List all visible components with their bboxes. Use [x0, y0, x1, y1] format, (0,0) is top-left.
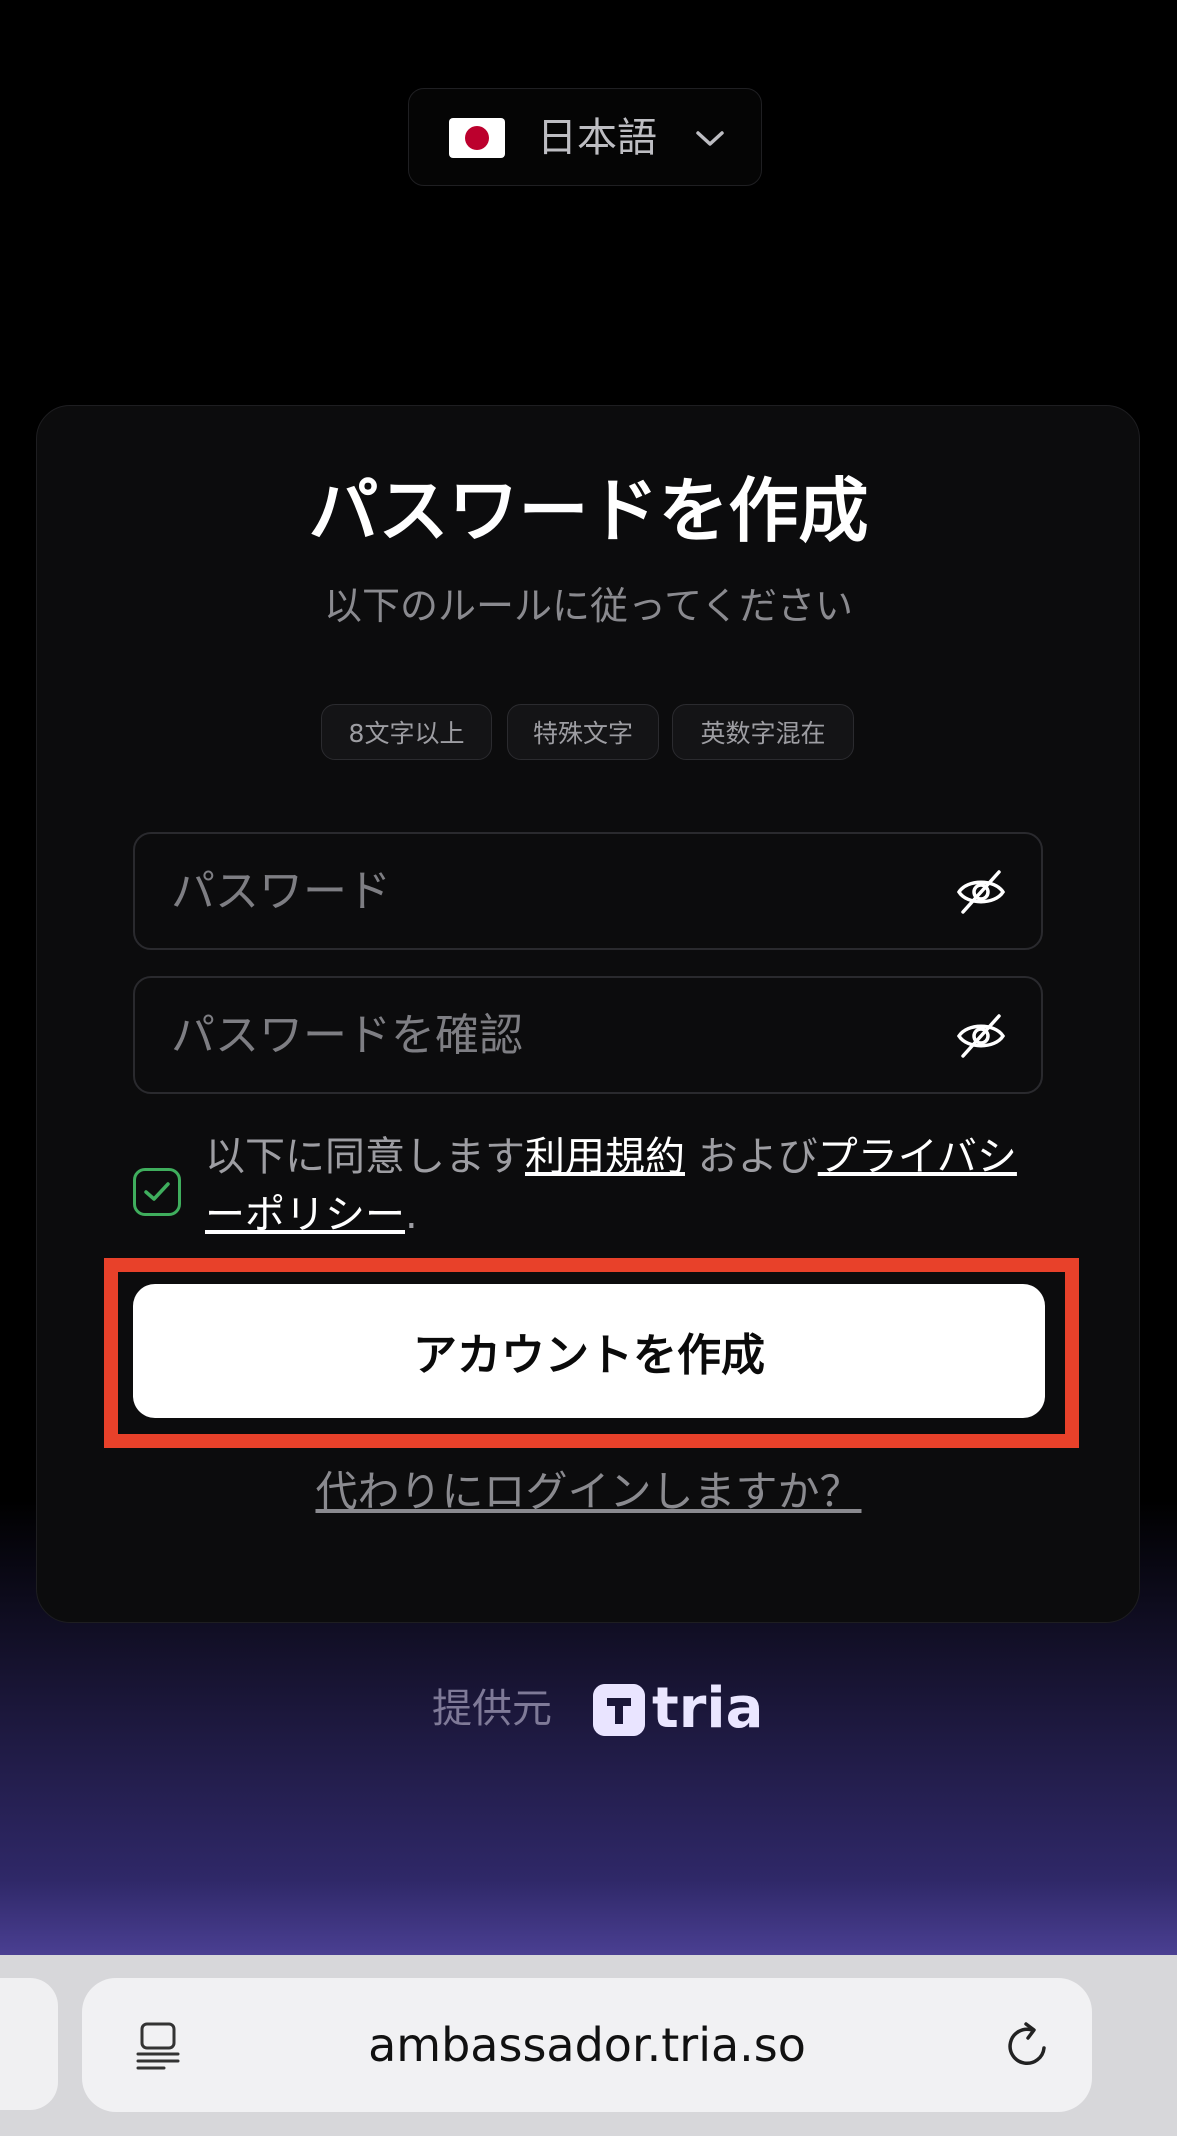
language-label: 日本語: [537, 115, 657, 161]
password-rules: 8文字以上 特殊文字 英数字混在: [0, 704, 1177, 760]
password-input[interactable]: [171, 834, 951, 948]
rule-chip-special: 特殊文字: [507, 704, 659, 760]
eye-off-icon[interactable]: [955, 1012, 1007, 1060]
check-icon: [144, 1182, 170, 1201]
language-selector[interactable]: 日本語: [408, 88, 762, 186]
terms-checkbox[interactable]: [133, 1168, 181, 1216]
page-title: パスワードを作成: [308, 470, 869, 552]
reload-icon[interactable]: [1002, 2020, 1054, 2072]
terms-agreement: 以下に同意します利用規約 およびプライバシーポリシー.: [205, 1128, 1035, 1244]
address-bar[interactable]: ambassador.tria.so: [82, 1978, 1092, 2112]
page-subtitle: 以下のルールに従ってください: [324, 584, 853, 628]
browser-toolbar: ambassador.tria.so: [0, 1955, 1177, 2136]
tria-wordmark: tria: [652, 1676, 764, 1741]
powered-by-label: 提供元: [432, 1686, 552, 1732]
confirm-password-input[interactable]: [171, 978, 951, 1092]
login-instead-link[interactable]: 代わりにログインしますか？: [0, 1464, 1177, 1520]
create-account-button[interactable]: アカウントを作成: [133, 1284, 1045, 1418]
password-field: [133, 832, 1043, 950]
agreement-suffix: .: [405, 1192, 418, 1238]
rule-chip-alnum: 英数字混在: [672, 704, 854, 760]
url-text: ambassador.tria.so: [368, 2018, 806, 2072]
confirm-password-field: [133, 976, 1043, 1094]
chevron-down-icon: [696, 131, 724, 146]
agreement-and: および: [685, 1134, 818, 1180]
terms-link[interactable]: 利用規約: [525, 1134, 685, 1180]
tria-logo-icon: [593, 1684, 645, 1736]
japan-flag-icon: [449, 118, 505, 158]
powered-by: 提供元 tria: [0, 1674, 1177, 1744]
eye-off-icon[interactable]: [955, 868, 1007, 916]
previous-tab[interactable]: [0, 1978, 58, 2110]
agreement-prefix: 以下に同意します: [205, 1134, 525, 1180]
rule-chip-length: 8文字以上: [321, 704, 492, 760]
